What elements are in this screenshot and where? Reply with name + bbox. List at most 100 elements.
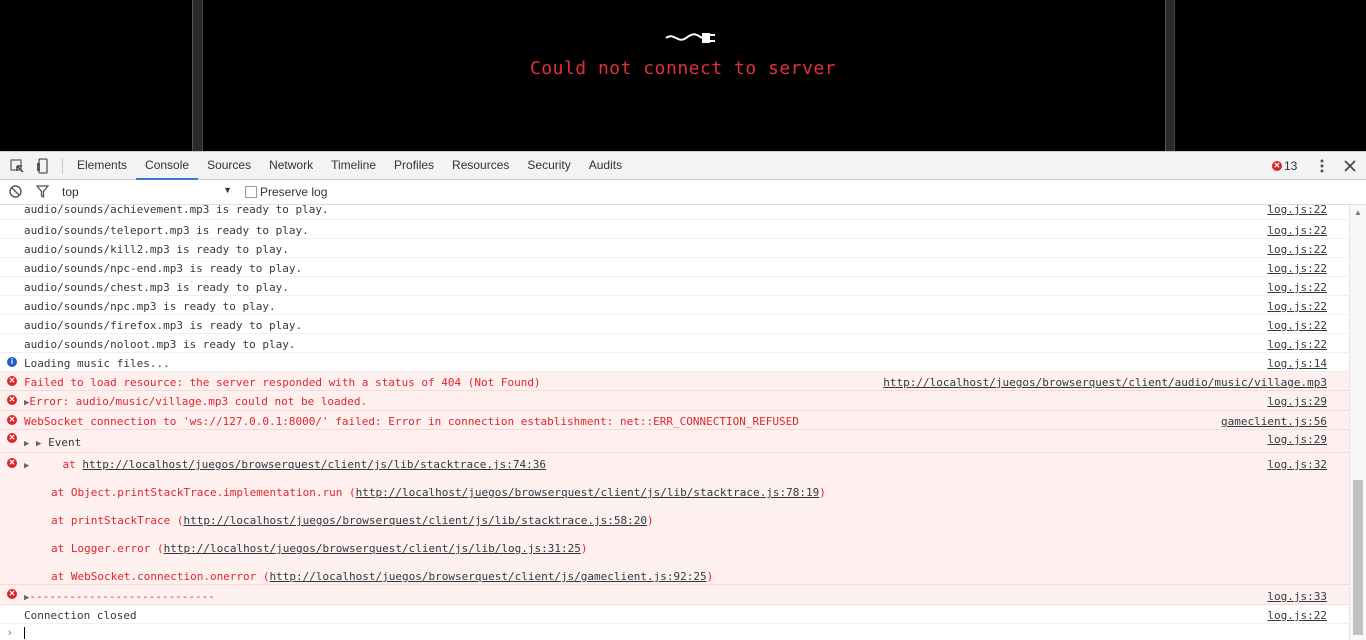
expand-triangle-icon[interactable]: ▶ <box>36 439 41 449</box>
log-row: audio/sounds/chest.mp3 is ready to play.… <box>0 277 1349 296</box>
log-text: audio/sounds/achievement.mp3 is ready to… <box>24 205 329 216</box>
stack-line: at printStackTrace (http://localhost/jue… <box>51 514 654 527</box>
log-source-link[interactable]: gameclient.js:56 <box>1221 415 1327 428</box>
expand-triangle-icon[interactable]: ▶ <box>24 439 29 449</box>
log-source-link[interactable]: log.js:33 <box>1267 590 1327 603</box>
log-text: ▶---------------------------- <box>24 590 215 603</box>
log-source-link[interactable]: log.js:22 <box>1267 243 1327 256</box>
device-mode-icon[interactable] <box>34 157 52 175</box>
log-row-error: ✕ ▶Error: audio/music/village.mp3 could … <box>0 391 1349 411</box>
console-input[interactable] <box>24 627 25 639</box>
log-text: audio/sounds/npc.mp3 is ready to play. <box>24 300 276 313</box>
stack-line: at Object.printStackTrace.implementation… <box>51 486 826 499</box>
game-viewport: Could not connect to server <box>0 0 1366 151</box>
log-row: audio/sounds/teleport.mp3 is ready to pl… <box>0 220 1349 239</box>
log-source-link[interactable]: log.js:14 <box>1267 357 1327 370</box>
preserve-log-option[interactable]: Preserve log <box>245 185 327 199</box>
tab-profiles[interactable]: Profiles <box>385 152 443 180</box>
context-value: top <box>62 185 79 199</box>
log-row-error: ✕ ▶---------------------------- log.js:3… <box>0 585 1349 605</box>
connection-error-message: Could not connect to server <box>529 58 837 79</box>
log-row-error-stack: ✕ ▶ at http://localhost/juegos/browserqu… <box>0 453 1349 585</box>
log-row: audio/sounds/firefox.mp3 is ready to pla… <box>0 315 1349 334</box>
preserve-log-label: Preserve log <box>260 185 328 199</box>
log-text: audio/sounds/noloot.mp3 is ready to play… <box>24 338 296 351</box>
console-prompt-icon: › <box>8 627 12 639</box>
context-selector[interactable]: top ▼ <box>62 185 232 199</box>
stack-link[interactable]: http://localhost/juegos/browserquest/cli… <box>164 542 581 555</box>
unplugged-icon <box>665 33 715 43</box>
log-source-link[interactable]: log.js:29 <box>1267 395 1327 408</box>
tab-audits[interactable]: Audits <box>580 152 631 180</box>
devtools-tabs: Elements Console Sources Network Timelin… <box>68 152 631 180</box>
console-scrollbar[interactable]: ▲ <box>1349 205 1366 640</box>
log-source-link[interactable]: log.js:22 <box>1267 262 1327 275</box>
stack-line: at Logger.error (http://localhost/juegos… <box>51 542 588 555</box>
log-text: WebSocket connection to 'ws://127.0.0.1:… <box>24 415 799 428</box>
tab-elements[interactable]: Elements <box>68 152 136 180</box>
log-source-link[interactable]: log.js:22 <box>1267 224 1327 237</box>
error-icon: ✕ <box>7 395 17 405</box>
log-row: audio/sounds/npc.mp3 is ready to play. l… <box>0 296 1349 315</box>
log-row: audio/sounds/noloot.mp3 is ready to play… <box>0 334 1349 353</box>
stack-link[interactable]: http://localhost/juegos/browserquest/cli… <box>82 458 546 471</box>
log-text: ▶Error: audio/music/village.mp3 could no… <box>24 395 368 408</box>
stack-link[interactable]: http://localhost/juegos/browserquest/cli… <box>183 514 647 527</box>
stack-link[interactable]: http://localhost/juegos/browserquest/cli… <box>356 486 820 499</box>
log-source-link[interactable]: log.js:22 <box>1267 338 1327 351</box>
scrollbar-thumb[interactable] <box>1353 480 1363 635</box>
filter-icon[interactable] <box>35 185 50 201</box>
tab-sources[interactable]: Sources <box>198 152 260 180</box>
error-count: 13 <box>1284 159 1298 173</box>
log-source-link[interactable]: log.js:32 <box>1267 458 1327 471</box>
log-text: Connection closed <box>24 609 137 622</box>
log-text: audio/sounds/npc-end.mp3 is ready to pla… <box>24 262 303 275</box>
stack-line: ▶ at http://localhost/juegos/browserques… <box>24 458 547 471</box>
log-row: audio/sounds/achievement.mp3 is ready to… <box>0 205 1349 220</box>
log-row: audio/sounds/kill2.mp3 is ready to play.… <box>0 239 1349 258</box>
log-row-error: ✕ ▶ ▶ Event log.js:29 <box>0 430 1349 453</box>
log-source-link[interactable]: log.js:29 <box>1267 433 1327 446</box>
log-source-link[interactable]: log.js:22 <box>1267 300 1327 313</box>
log-text: audio/sounds/kill2.mp3 is ready to play. <box>24 243 289 256</box>
scroll-up-icon[interactable]: ▲ <box>1354 208 1362 217</box>
log-source-link[interactable]: log.js:22 <box>1267 281 1327 294</box>
stack-line: at WebSocket.connection.onerror (http://… <box>51 570 714 583</box>
preserve-log-checkbox[interactable] <box>245 186 257 198</box>
expand-triangle-icon[interactable]: ▶ <box>24 461 29 471</box>
log-row-info: i Loading music files... log.js:14 <box>0 353 1349 372</box>
log-source-link[interactable]: log.js:22 <box>1267 319 1327 332</box>
log-row-error: ✕ WebSocket connection to 'ws://127.0.0.… <box>0 411 1349 430</box>
error-icon: ✕ <box>7 458 17 468</box>
chevron-down-icon: ▼ <box>223 185 232 195</box>
console-log: audio/sounds/achievement.mp3 is ready to… <box>0 205 1349 640</box>
tab-console[interactable]: Console <box>136 152 199 180</box>
close-devtools-icon[interactable] <box>1341 157 1359 175</box>
log-source-link[interactable]: log.js:22 <box>1267 205 1327 216</box>
tab-timeline[interactable]: Timeline <box>322 152 385 180</box>
info-icon: i <box>7 357 17 367</box>
log-source-link[interactable]: http://localhost/juegos/browserquest/cli… <box>883 376 1327 389</box>
log-text: ▶ ▶ Event <box>24 436 82 449</box>
stack-link[interactable]: http://localhost/juegos/browserquest/cli… <box>270 570 707 583</box>
log-text: audio/sounds/teleport.mp3 is ready to pl… <box>24 224 309 237</box>
log-row: audio/sounds/npc-end.mp3 is ready to pla… <box>0 258 1349 277</box>
more-options-icon[interactable] <box>1313 157 1331 175</box>
error-icon: ✕ <box>7 415 17 425</box>
log-text: audio/sounds/chest.mp3 is ready to play. <box>24 281 289 294</box>
log-row-error: ✕ Failed to load resource: the server re… <box>0 372 1349 391</box>
tab-security[interactable]: Security <box>518 152 579 180</box>
inspect-element-icon[interactable] <box>8 157 26 175</box>
tab-network[interactable]: Network <box>260 152 322 180</box>
log-text: Failed to load resource: the server resp… <box>24 376 541 389</box>
log-source-link[interactable]: log.js:22 <box>1267 609 1327 622</box>
log-text: Loading music files... <box>24 357 170 370</box>
tab-resources[interactable]: Resources <box>443 152 518 180</box>
log-text: audio/sounds/firefox.mp3 is ready to pla… <box>24 319 303 332</box>
error-counter[interactable]: ✕ 13 <box>1272 159 1297 173</box>
log-row: Connection closed log.js:22 <box>0 605 1349 624</box>
error-icon: ✕ <box>1272 161 1282 171</box>
error-icon: ✕ <box>7 376 17 386</box>
clear-console-icon[interactable] <box>9 185 22 201</box>
tabbar-separator <box>62 158 63 174</box>
